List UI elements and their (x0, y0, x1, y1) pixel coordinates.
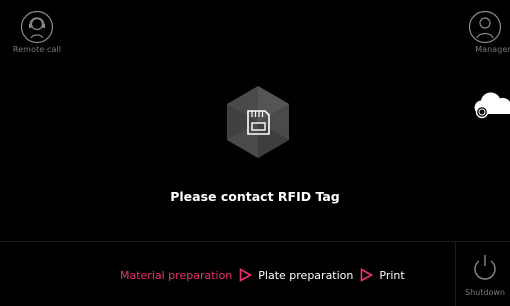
manager-label: Manager (475, 45, 510, 54)
user-icon (468, 10, 502, 44)
remote-call-button[interactable]: Remote call (7, 10, 67, 70)
cloud-icon[interactable] (471, 86, 510, 122)
rfid-prompt-text: Please contact RFID Tag (170, 189, 340, 204)
sd-card-icon (227, 86, 289, 158)
shutdown-button[interactable]: Shutdown (460, 252, 510, 297)
shutdown-label: Shutdown (465, 288, 505, 297)
headset-icon (20, 10, 54, 44)
step-plate-preparation[interactable]: Plate preparation (258, 269, 353, 282)
screen: Remote call Manager Please contact RFID … (0, 0, 510, 306)
footer-bar: Material preparation Plate preparation P… (0, 241, 510, 306)
footer-divider (455, 242, 456, 306)
arrow-right-icon (361, 268, 374, 282)
step-print[interactable]: Print (379, 269, 404, 282)
manager-button[interactable]: Manager (460, 10, 510, 70)
step-material-preparation[interactable]: Material preparation (120, 269, 232, 282)
power-icon (474, 255, 496, 280)
workflow-steps: Material preparation Plate preparation P… (120, 266, 405, 284)
remote-call-label: Remote call (12, 45, 62, 54)
arrow-right-icon (239, 268, 253, 282)
